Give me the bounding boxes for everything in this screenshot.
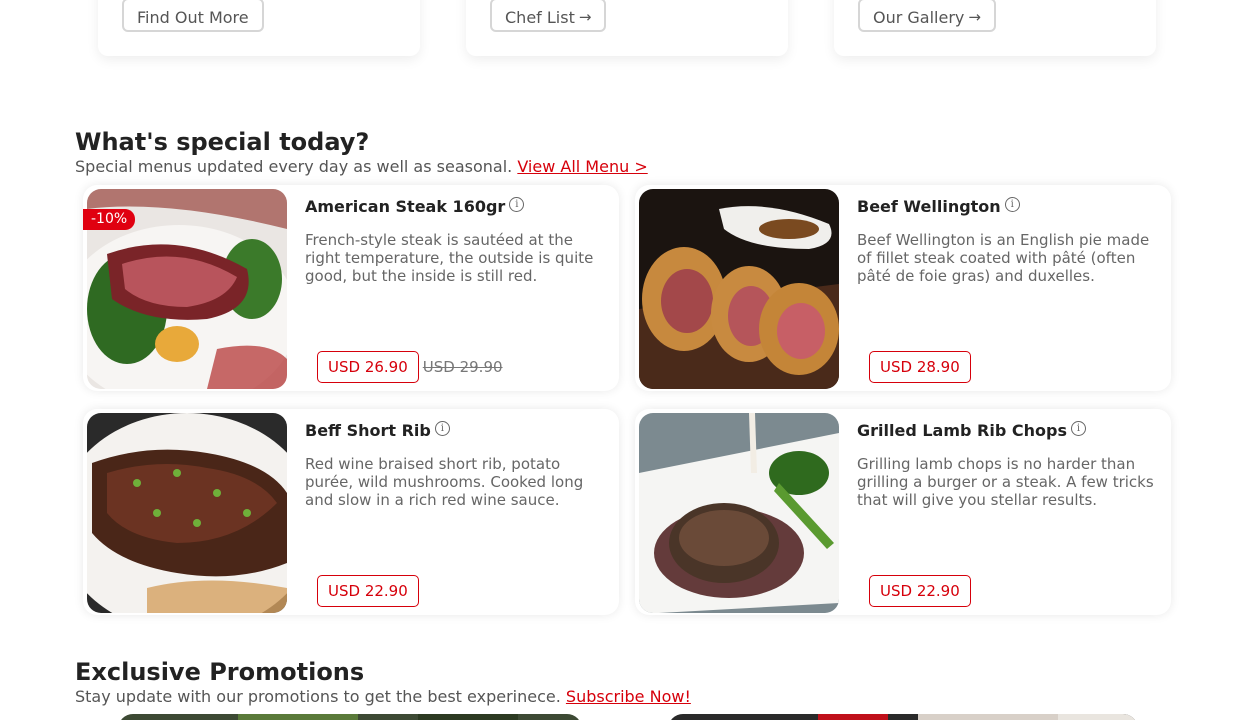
beef-wellington-image [639, 189, 839, 389]
find-out-more-button[interactable]: Find Out More [122, 0, 264, 32]
find-out-more-label: Find Out More [137, 7, 249, 27]
info-icon[interactable]: i [1004, 197, 1020, 212]
price-row: USD 22.90 [869, 575, 971, 607]
price-button[interactable]: USD 22.90 [869, 575, 971, 607]
short-rib-image [87, 413, 287, 613]
discount-badge: -10% [83, 209, 136, 230]
menu-item-description: Beef Wellington is an English pie made o… [857, 231, 1150, 285]
view-all-menu-link[interactable]: View All Menu > [517, 157, 647, 176]
menu-item-name: American Steak 160gr i [305, 197, 525, 216]
feature-card-gallery: Our Gallery → [834, 0, 1156, 56]
info-icon[interactable]: i [509, 197, 525, 212]
promotions-subtitle-text: Stay update with our promotions to get t… [75, 687, 561, 706]
subscribe-now-link[interactable]: Subscribe Now! [566, 687, 691, 706]
arrow-right-icon: → [968, 8, 981, 26]
lamb-chops-image [639, 413, 839, 613]
menu-item-name-text: Grilled Lamb Rib Chops [857, 421, 1067, 440]
menu-item-name-text: Beef Wellington [857, 197, 1001, 216]
price-row: USD 22.90 [317, 575, 419, 607]
specials-title: What's special today? [75, 128, 370, 156]
menu-item-description: French-style steak is sautéed at the rig… [305, 231, 594, 285]
price-row: USD 26.90 USD 29.90 [317, 351, 503, 383]
old-price: USD 29.90 [422, 358, 503, 376]
menu-item-name: Beef Wellington i [857, 197, 1020, 216]
specials-subtitle-text: Special menus updated every day as well … [75, 157, 513, 176]
promotion-banner[interactable] [668, 714, 1138, 720]
menu-item-name-text: Beff Short Rib [305, 421, 431, 440]
arrow-right-icon: → [578, 8, 592, 26]
promotions-subtitle: Stay update with our promotions to get t… [75, 687, 691, 706]
our-gallery-button[interactable]: Our Gallery → [858, 0, 996, 32]
info-icon[interactable]: i [1070, 421, 1086, 436]
promotions-title: Exclusive Promotions [75, 658, 365, 686]
menu-item-description: Grilling lamb chops is no harder than gr… [857, 455, 1154, 509]
chef-list-label: Chef List [505, 7, 575, 27]
chef-list-button[interactable]: Chef List → [490, 0, 607, 32]
price-row: USD 28.90 [869, 351, 971, 383]
feature-card-chefs: Chef List → [466, 0, 788, 56]
specials-subtitle: Special menus updated every day as well … [75, 157, 648, 176]
price-button[interactable]: USD 28.90 [869, 351, 971, 383]
menu-item-name: Grilled Lamb Rib Chops i [857, 421, 1086, 440]
menu-card[interactable]: Grilled Lamb Rib Chops i Grilling lamb c… [635, 409, 1171, 615]
menu-item-description: Red wine braised short rib, potato purée… [305, 455, 584, 509]
price-button[interactable]: USD 26.90 [317, 351, 419, 383]
promotion-banner[interactable] [118, 714, 582, 720]
menu-card[interactable]: Beff Short Rib i Red wine braised short … [83, 409, 619, 615]
menu-card[interactable]: Beef Wellington i Beef Wellington is an … [635, 185, 1171, 391]
our-gallery-label: Our Gallery [873, 7, 965, 27]
feature-card-about: Find Out More [98, 0, 420, 56]
menu-item-name: Beff Short Rib i [305, 421, 450, 440]
price-button[interactable]: USD 22.90 [317, 575, 419, 607]
menu-item-name-text: American Steak 160gr [305, 197, 506, 216]
info-icon[interactable]: i [434, 421, 450, 436]
menu-card[interactable]: -10% American Steak 160gr i French-style… [83, 185, 619, 391]
